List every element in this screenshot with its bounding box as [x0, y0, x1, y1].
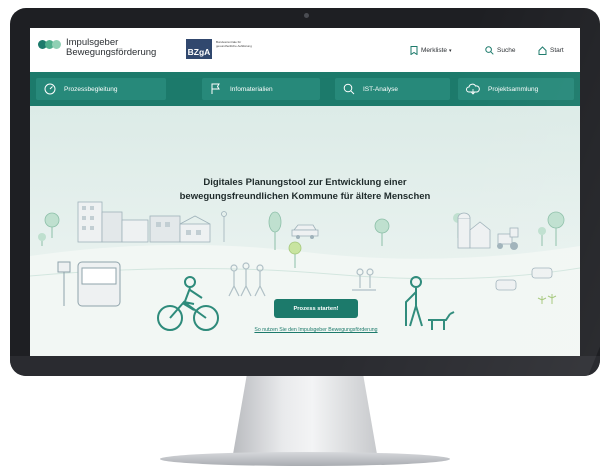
- screen: Impulsgeber Bewegungsförderung BZgA Bund…: [30, 28, 580, 356]
- hero-headline: Digitales Planungstool zur Entwicklung e…: [150, 176, 460, 204]
- hero-headline-line-1: Digitales Planungstool zur Entwicklung e…: [203, 177, 407, 188]
- search-label: Suche: [497, 47, 516, 54]
- partner-subtitle: Bundeszentrale für gesundheitliche Aufkl…: [216, 40, 252, 48]
- how-to-use-link[interactable]: So nutzen Sie den Impulsgeber Bewegungsf…: [226, 327, 406, 333]
- hero-headline-line-2: bewegungsfreundlichen Kommune für ältere…: [179, 191, 431, 202]
- logo-wordmark[interactable]: Impulsgeber Bewegungsförderung: [66, 38, 156, 58]
- bookmark-icon: [410, 46, 418, 55]
- home-link[interactable]: Start: [538, 46, 564, 55]
- start-process-button[interactable]: Prozess starten!: [274, 299, 358, 318]
- home-label: Start: [550, 47, 564, 54]
- hero-illustration: Digitales Planungstool zur Entwicklung e…: [30, 106, 580, 356]
- nav-label: Projektsammlung: [488, 85, 539, 93]
- bookmarks-link[interactable]: Merkliste ▾: [410, 46, 452, 55]
- site-header: Impulsgeber Bewegungsförderung BZgA Bund…: [30, 28, 580, 72]
- camera-dot: [304, 13, 309, 18]
- town-illustration: [30, 201, 580, 356]
- monitor-mockup: Impulsgeber Bewegungsförderung BZgA Bund…: [0, 0, 610, 473]
- compass-icon: [44, 83, 56, 95]
- monitor-stand: [232, 376, 378, 460]
- monitor-chin: [10, 356, 600, 376]
- chevron-down-icon: ▾: [449, 47, 452, 54]
- logo-icon[interactable]: [38, 40, 61, 49]
- nav-item-infomaterialien[interactable]: Infomaterialien: [202, 78, 320, 100]
- main-nav: Prozessbegleitung Infomaterialien IST-An…: [30, 72, 580, 106]
- search-icon: [485, 46, 494, 55]
- nav-label: Prozessbegleitung: [64, 85, 118, 93]
- bookmarks-label: Merkliste: [421, 47, 448, 54]
- flag-icon: [211, 83, 220, 94]
- home-icon: [538, 46, 547, 55]
- monitor-base: [160, 452, 450, 466]
- cloud-icon: [466, 83, 480, 95]
- nav-label: Infomaterialien: [230, 85, 273, 93]
- search-icon: [343, 83, 355, 95]
- search-link[interactable]: Suche: [485, 46, 515, 55]
- nav-item-prozessbegleitung[interactable]: Prozessbegleitung: [36, 78, 166, 100]
- partner-logo[interactable]: BZgA: [186, 39, 212, 59]
- logo-line-2: Bewegungsförderung: [66, 47, 157, 58]
- nav-item-projektsammlung[interactable]: Projektsammlung: [458, 78, 574, 100]
- nav-item-ist-analyse[interactable]: IST-Analyse: [335, 78, 450, 100]
- nav-label: IST-Analyse: [363, 85, 399, 93]
